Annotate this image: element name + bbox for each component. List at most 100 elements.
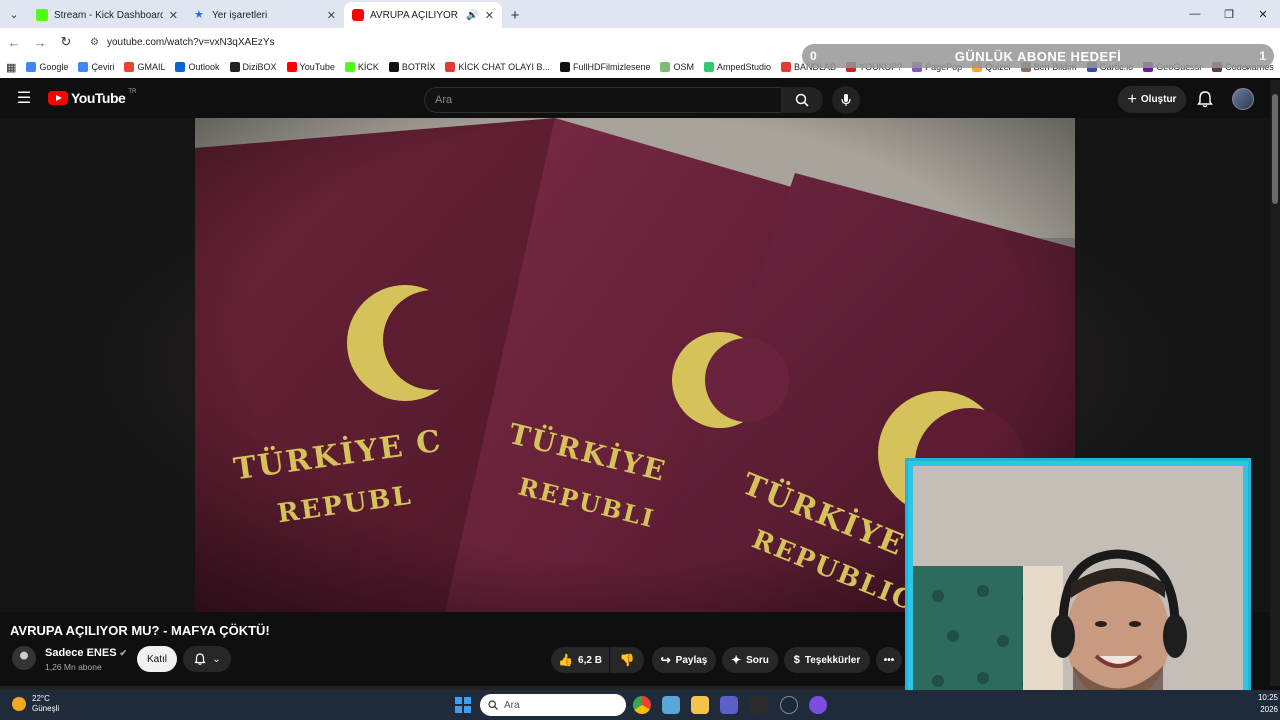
- system-clock[interactable]: 10:25 2026: [1248, 692, 1278, 716]
- share-label: Paylaş: [675, 654, 708, 666]
- webcam-feed: [913, 466, 1243, 712]
- bookmark-favicon-icon: [660, 62, 671, 72]
- bookmark-favicon-icon: [344, 62, 355, 72]
- tab-youtube-video[interactable]: AVRUPA AÇILIYOR MU? - M 🔊 ✕: [344, 2, 502, 28]
- taskbar-search-placeholder: Ara: [504, 699, 520, 711]
- bookmark-item[interactable]: Outlook: [175, 62, 220, 72]
- more-dots-icon: •••: [883, 654, 895, 666]
- thanks-label: Teşekkürler: [804, 654, 861, 666]
- window-controls: — ❐ ✕: [1178, 0, 1280, 28]
- tab-title: Stream - Kick Dashboard: [54, 9, 163, 21]
- bookmark-item[interactable]: GMAIL: [124, 62, 165, 72]
- like-count: 6,2 B: [578, 654, 602, 666]
- dislike-button[interactable]: 👎: [610, 647, 644, 673]
- create-button[interactable]: + Oluştur: [1118, 86, 1186, 113]
- bookmark-favicon-icon: [175, 62, 186, 72]
- tab-search-chevron-icon[interactable]: ⌄: [0, 0, 28, 28]
- close-icon[interactable]: ✕: [485, 9, 494, 22]
- country-code: TR: [128, 89, 137, 95]
- tab-kick-dashboard[interactable]: Stream - Kick Dashboard ✕: [28, 2, 186, 28]
- video-title: AVRUPA AÇILIYOR MU? - MAFYA ÇÖKTÜ!: [10, 623, 270, 638]
- bookmark-label: Çeviri: [91, 62, 115, 72]
- back-arrow-icon[interactable]: ←: [2, 30, 26, 54]
- subscription-notification-button[interactable]: ⌄: [183, 646, 231, 672]
- search-icon: [795, 93, 809, 107]
- bookmark-favicon-icon: [559, 62, 570, 72]
- clock-year: 2026: [1260, 705, 1278, 714]
- channel-name[interactable]: Sadece ENES ✔: [45, 647, 127, 659]
- search-input[interactable]: Ara: [424, 87, 782, 113]
- tab-title: AVRUPA AÇILIYOR MU? - M: [370, 9, 460, 21]
- plus-icon: +: [1127, 90, 1137, 108]
- bookmark-label: DiziBOX: [242, 62, 277, 72]
- steam-icon[interactable]: [780, 696, 798, 714]
- bookmark-label: Google: [39, 62, 69, 72]
- menu-hamburger-icon[interactable]: ☰: [14, 90, 34, 108]
- voice-search-button[interactable]: [832, 86, 860, 114]
- bookmark-item[interactable]: AmpedStudio: [703, 62, 772, 72]
- bookmark-item[interactable]: KİCK: [344, 62, 379, 72]
- bookmark-item[interactable]: YouTube: [286, 62, 335, 72]
- notifications-bell-icon[interactable]: [1195, 89, 1215, 109]
- apps-grid-icon[interactable]: ▦: [6, 61, 16, 74]
- thanks-button[interactable]: $ Teşekkürler: [784, 647, 870, 673]
- search-button[interactable]: [781, 87, 823, 113]
- folder-icon[interactable]: [691, 696, 709, 714]
- site-settings-icon[interactable]: ⚙: [90, 37, 99, 48]
- thumbs-up-icon: 👍: [558, 653, 574, 667]
- tab-bookmarks[interactable]: ★ Yer işaretleri ✕: [186, 2, 344, 28]
- streamlabs-icon[interactable]: [809, 696, 827, 714]
- weather-widget[interactable]: 22°C Güneşli: [12, 694, 59, 714]
- windows-taskbar: 22°C Güneşli Ara 10:25 2026: [0, 690, 1280, 720]
- url-field[interactable]: ⚙ youtube.com/watch?v=vxN3qXAEzYs: [84, 31, 784, 53]
- share-button[interactable]: ↪ Paylaş: [652, 647, 716, 673]
- close-icon[interactable]: ✕: [169, 9, 178, 22]
- logo-text: YouTube: [71, 90, 126, 106]
- windows-start-icon[interactable]: [455, 697, 471, 713]
- share-arrow-icon: ↪: [660, 653, 671, 667]
- join-button[interactable]: Katıl: [137, 646, 177, 672]
- bookmark-favicon-icon: [388, 62, 399, 72]
- youtube-play-icon: [48, 91, 68, 105]
- like-button[interactable]: 👍 6,2 B: [551, 647, 609, 673]
- subscriber-count: 1,26 Mn abone: [45, 662, 102, 672]
- close-window-icon[interactable]: ✕: [1246, 0, 1280, 28]
- minimize-icon[interactable]: —: [1178, 0, 1212, 28]
- new-tab-button[interactable]: +: [502, 2, 528, 28]
- more-actions-button[interactable]: •••: [876, 647, 902, 673]
- video-meta: AVRUPA AÇILIYOR MU? - MAFYA ÇÖKTÜ! Sadec…: [0, 612, 905, 686]
- tab-title: Yer işaretleri: [212, 9, 268, 21]
- account-avatar[interactable]: [1232, 88, 1254, 110]
- file-explorer-icon[interactable]: [662, 696, 680, 714]
- bookmark-item[interactable]: KİCK CHAT OLAYI B...: [445, 62, 550, 72]
- bookmark-item[interactable]: FullHDFilmizlesene: [559, 62, 650, 72]
- scrollbar-thumb[interactable]: [1272, 94, 1278, 204]
- bookmark-label: Outlook: [188, 62, 220, 72]
- youtube-logo[interactable]: YouTube TR: [48, 89, 137, 106]
- speaker-icon[interactable]: 🔊: [466, 10, 478, 21]
- forward-arrow-icon[interactable]: →: [28, 30, 52, 54]
- restore-icon[interactable]: ❐: [1212, 0, 1246, 28]
- ask-button[interactable]: ✦ Soru: [722, 647, 778, 673]
- epic-games-icon[interactable]: [750, 696, 768, 714]
- browser-tab-bar: ⌄ Stream - Kick Dashboard ✕ ★ Yer işaret…: [0, 0, 1280, 28]
- bookmark-label: AmpedStudio: [716, 62, 772, 72]
- weather-condition: Güneşli: [32, 704, 60, 713]
- bookmark-item[interactable]: DiziBOX: [229, 62, 277, 72]
- page-scrollbar[interactable]: [1270, 80, 1280, 686]
- chrome-icon[interactable]: [633, 696, 651, 714]
- taskbar-search-input[interactable]: Ara: [480, 694, 626, 716]
- bookmark-item[interactable]: Google: [26, 62, 68, 72]
- bookmark-item[interactable]: Çeviri: [78, 62, 114, 72]
- teams-icon[interactable]: [720, 696, 738, 714]
- kick-icon: [36, 9, 48, 21]
- bookmark-item[interactable]: OSM: [660, 62, 694, 72]
- reload-icon[interactable]: ↻: [54, 30, 78, 54]
- youtube-header: ☰ YouTube TR Ara + Oluştur: [0, 80, 1270, 118]
- ask-label: Soru: [746, 654, 769, 666]
- bookmark-item[interactable]: BOTRİX: [388, 62, 435, 72]
- bookmark-favicon-icon: [286, 62, 297, 72]
- channel-avatar[interactable]: [12, 646, 36, 670]
- close-icon[interactable]: ✕: [327, 9, 336, 22]
- webcam-person-image: [913, 466, 1243, 712]
